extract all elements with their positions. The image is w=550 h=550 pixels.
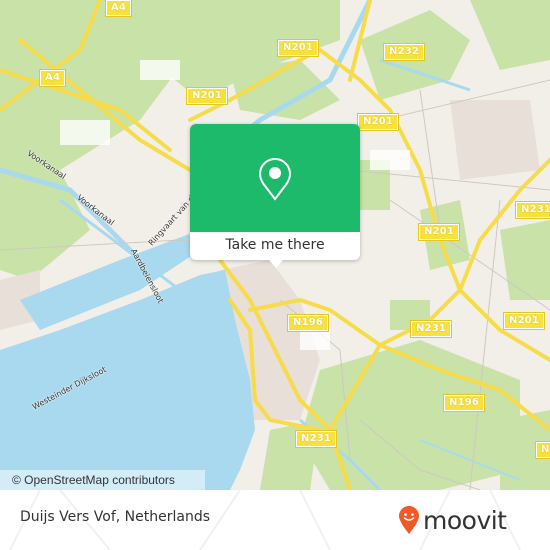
road-label-n232: N232 [382,43,426,61]
take-me-there-button[interactable]: Take me there [190,232,360,260]
road-label-n201: N201 [185,87,229,105]
road-label-a4: A4 [38,69,67,87]
map[interactable]: A4 A4 N201 N201 N232 N201 N201 N231 N196… [0,0,550,490]
road-label-a4: A4 [104,0,133,17]
moovit-logo[interactable]: moovit [398,504,507,536]
road-label-n196: N196 [286,314,330,332]
road-label-n231: N231 [409,320,453,338]
map-attribution[interactable]: © OpenStreetMap contributors [0,470,205,490]
road-label-n201: N201 [356,113,400,131]
road-label-n231: N231 [514,201,550,219]
location-popup: Take me there [190,124,360,268]
moovit-pin-icon [399,506,419,534]
location-pin-icon [258,157,292,201]
place-name: Duijs Vers Vof, Netherlands [20,509,211,525]
popup-pointer [268,259,284,268]
popup-header [190,124,360,232]
road-label-n196: N196 [442,394,486,412]
road-label-n231: N231 [294,430,338,448]
road-label-n1: N1 [535,441,550,459]
road-label-n201: N201 [502,312,546,330]
road-label-n201: N201 [417,223,461,241]
moovit-wordmark: moovit [423,505,507,535]
footer: Duijs Vers Vof, Netherlands moovit [0,490,550,550]
road-label-n201: N201 [276,39,320,57]
